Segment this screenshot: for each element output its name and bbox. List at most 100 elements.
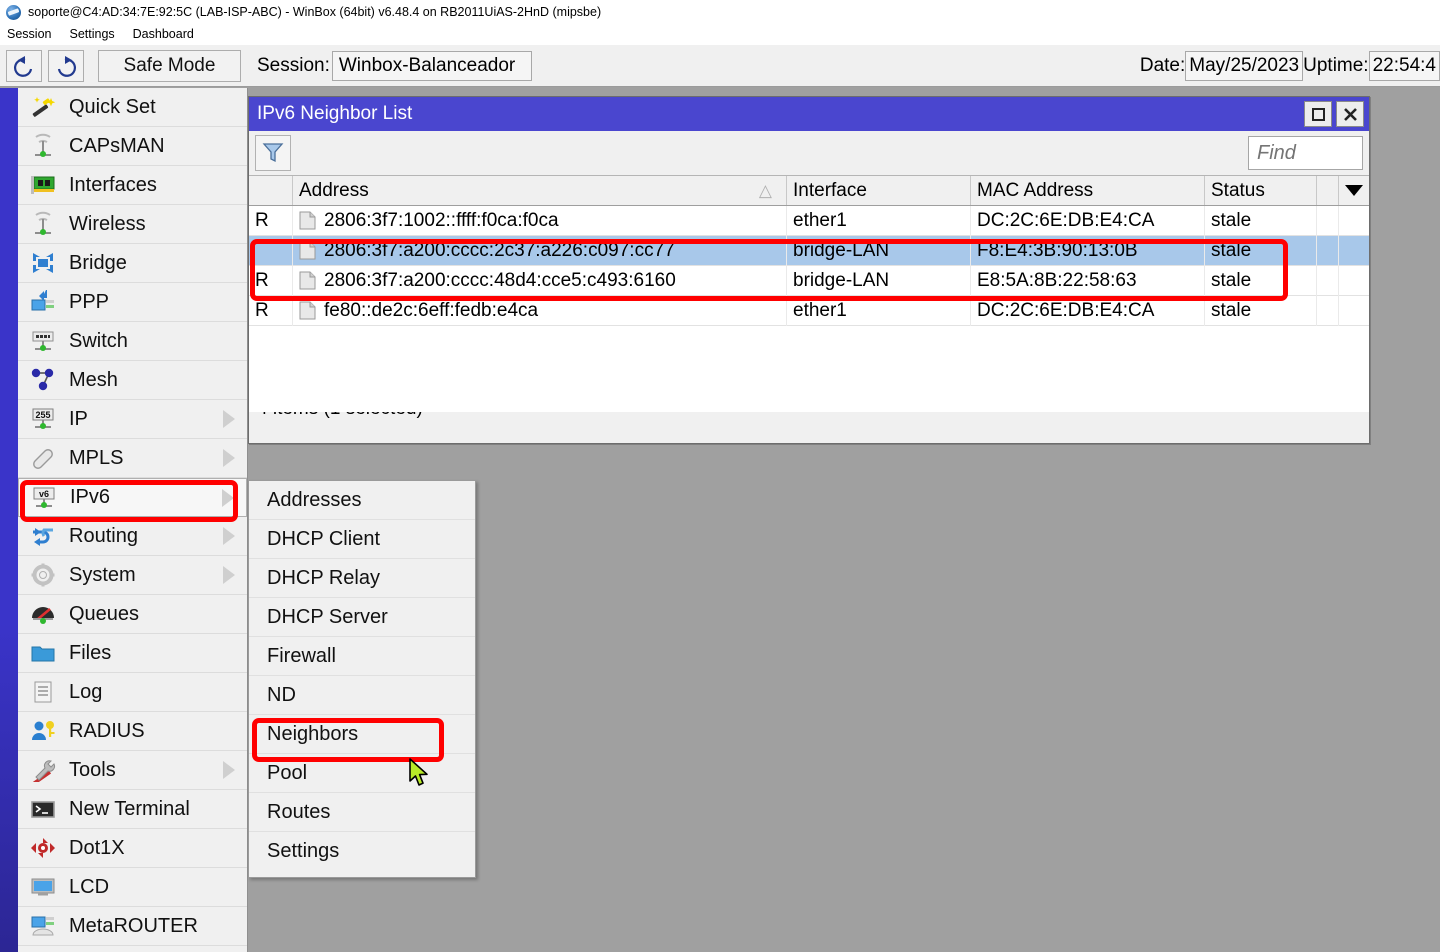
undo-arrow-icon — [12, 55, 36, 77]
neighbor-window-toolbar — [249, 131, 1369, 175]
row-spare — [1317, 236, 1339, 266]
submenu-item-firewall[interactable]: Firewall — [249, 637, 475, 676]
sidebar-item-metarouter[interactable]: MetaROUTER — [18, 907, 247, 946]
network-card-icon — [26, 170, 60, 200]
sidebar-item-label: MetaROUTER — [69, 915, 198, 938]
row-end — [1339, 206, 1369, 236]
table-row[interactable]: R 2806:3f7:a200:cccc:48d4:cce5:c493:6160… — [249, 266, 1369, 296]
table-row[interactable]: R 2806:3f7:1002::ffff:f0ca:f0ca ether1 D… — [249, 206, 1369, 236]
sidebar-item-tools[interactable]: Tools — [18, 751, 247, 790]
row-mac-address: F8:E4:3B:90:13:0B — [971, 236, 1205, 266]
column-header-flag[interactable] — [249, 176, 293, 205]
find-box[interactable] — [1248, 136, 1363, 170]
sidebar-item-mesh[interactable]: Mesh — [18, 361, 247, 400]
row-address-cell: 2806:3f7:a200:cccc:48d4:cce5:c493:6160 — [293, 266, 787, 296]
sidebar-item-queues[interactable]: Queues — [18, 595, 247, 634]
svg-text:v6: v6 — [39, 489, 49, 499]
sidebar-item-radius[interactable]: RADIUS — [18, 712, 247, 751]
sidebar-item-interfaces[interactable]: Interfaces — [18, 166, 247, 205]
sidebar-item-system[interactable]: System — [18, 556, 247, 595]
row-address: 2806:3f7:1002::ffff:f0ca:f0ca — [324, 210, 559, 232]
sidebar-item-dot1x[interactable]: Dot1X — [18, 829, 247, 868]
row-flag: R — [249, 206, 293, 236]
submenu-item-nd[interactable]: ND — [249, 676, 475, 715]
table-row[interactable]: 2806:3f7:a200:cccc:2c37:a226:c097:cc77 b… — [249, 236, 1369, 266]
sidebar-item-label: PPP — [69, 291, 109, 314]
column-options-button[interactable] — [1339, 176, 1369, 205]
sidebar-item-files[interactable]: Files — [18, 634, 247, 673]
sidebar-item-bridge[interactable]: Bridge — [18, 244, 247, 283]
submenu-item-dhcp-relay[interactable]: DHCP Relay — [249, 559, 475, 598]
sidebar-item-log[interactable]: Log — [18, 673, 247, 712]
log-list-icon — [26, 677, 60, 707]
chevron-right-icon — [223, 449, 235, 467]
magic-wand-icon — [26, 92, 60, 122]
sidebar-item-label: Dot1X — [69, 837, 125, 860]
sidebar-item-wireless[interactable]: Wireless — [18, 205, 247, 244]
sidebar-item-label: Log — [69, 681, 102, 704]
submenu-item-addresses[interactable]: Addresses — [249, 481, 475, 520]
sidebar-item-ipv6[interactable]: v6 IPv6 — [18, 478, 247, 517]
submenu-item-dhcp-server[interactable]: DHCP Server — [249, 598, 475, 637]
sidebar-item-label: Files — [69, 642, 111, 665]
winbox-accent-strip: S WinBox — [0, 88, 18, 952]
filter-button[interactable] — [255, 135, 291, 171]
column-header-interface[interactable]: Interface — [787, 176, 971, 205]
column-header-address[interactable]: Address △ — [293, 176, 787, 205]
sidebar-item-capsman[interactable]: CAPsMAN — [18, 127, 247, 166]
svg-text:255: 255 — [35, 410, 50, 420]
session-name-field[interactable]: Winbox-Balanceador — [332, 51, 532, 81]
redo-button[interactable] — [48, 50, 84, 82]
submenu-item-pool[interactable]: Pool — [249, 754, 475, 793]
find-input[interactable] — [1255, 141, 1356, 166]
row-mac-address: DC:2C:6E:DB:E4:CA — [971, 296, 1205, 326]
row-spare — [1317, 266, 1339, 296]
menu-session[interactable]: Session — [0, 24, 60, 45]
mesh-nodes-icon — [26, 365, 60, 395]
maximize-button[interactable] — [1304, 101, 1332, 127]
submenu-item-dhcp-client[interactable]: DHCP Client — [249, 520, 475, 559]
table-row[interactable]: R fe80::de2c:6eff:fedb:e4ca ether1 DC:2C… — [249, 296, 1369, 326]
submenu-item-routes[interactable]: Routes — [249, 793, 475, 832]
column-header-mac-address[interactable]: MAC Address — [971, 176, 1205, 205]
sidebar-item-new-terminal[interactable]: New Terminal — [18, 790, 247, 829]
row-end — [1339, 236, 1369, 266]
submenu-item-settings[interactable]: Settings — [249, 832, 475, 871]
neighbor-entry-icon — [299, 301, 316, 320]
row-address: fe80::de2c:6eff:fedb:e4ca — [324, 300, 538, 322]
window-controls — [1304, 101, 1369, 127]
row-address-cell: fe80::de2c:6eff:fedb:e4ca — [293, 296, 787, 326]
sidebar-item-label: RADIUS — [69, 720, 145, 743]
row-interface: bridge-LAN — [787, 266, 971, 296]
row-address: 2806:3f7:a200:cccc:48d4:cce5:c493:6160 — [324, 270, 676, 292]
row-end — [1339, 266, 1369, 296]
neighbor-window-title: IPv6 Neighbor List — [257, 103, 412, 125]
undo-button[interactable] — [6, 50, 42, 82]
mpls-tag-icon — [26, 443, 60, 473]
menu-dashboard[interactable]: Dashboard — [124, 24, 203, 45]
column-header-status[interactable]: Status — [1205, 176, 1317, 205]
sidebar-item-label: Mesh — [69, 369, 118, 392]
sidebar-item-label: MPLS — [69, 447, 123, 470]
sidebar-item-switch[interactable]: Switch — [18, 322, 247, 361]
ipv6-icon: v6 — [27, 483, 61, 513]
sidebar-item-ppp[interactable]: PPP — [18, 283, 247, 322]
menu-settings[interactable]: Settings — [60, 24, 123, 45]
sidebar-item-quick-set[interactable]: Quick Set — [18, 88, 247, 127]
neighbor-entry-icon — [299, 271, 316, 290]
safe-mode-button[interactable]: Safe Mode — [98, 50, 241, 82]
ip-255-icon: 255 — [26, 404, 60, 434]
submenu-item-neighbors[interactable]: Neighbors — [249, 715, 475, 754]
tools-icon — [26, 755, 60, 785]
sidebar-item-routing[interactable]: Routing — [18, 517, 247, 556]
session-label: Session: — [257, 55, 330, 77]
close-button[interactable] — [1336, 101, 1364, 127]
chevron-right-icon — [223, 566, 235, 584]
row-spare — [1317, 296, 1339, 326]
antenna-icon — [26, 209, 60, 239]
sidebar-item-lcd[interactable]: LCD — [18, 868, 247, 907]
user-key-icon — [26, 716, 60, 746]
date-label: Date: — [1140, 55, 1185, 77]
sidebar-item-ip[interactable]: 255 IP — [18, 400, 247, 439]
sidebar-item-mpls[interactable]: MPLS — [18, 439, 247, 478]
